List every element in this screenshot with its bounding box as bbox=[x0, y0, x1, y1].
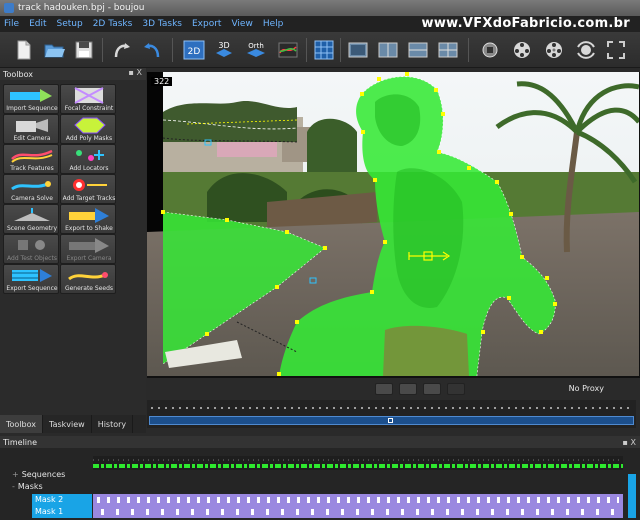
viewport-controls: No Proxy bbox=[147, 380, 640, 398]
tree-toggle[interactable]: - bbox=[12, 482, 15, 491]
timeline-scrollbar[interactable] bbox=[628, 474, 636, 518]
layout-3-icon[interactable] bbox=[406, 38, 430, 62]
export-to-shake-icon bbox=[69, 208, 109, 223]
view-button-4[interactable] bbox=[447, 383, 465, 395]
menu-2d-tasks[interactable]: 2D Tasks bbox=[93, 19, 133, 29]
footage-frame bbox=[147, 72, 639, 376]
title-bar: track hadouken.bpj - boujou bbox=[0, 0, 640, 16]
track-features-button[interactable]: Track Features bbox=[3, 144, 59, 174]
focal-constraint-button[interactable]: Focal Constraint bbox=[60, 84, 116, 114]
focal-constraint-icon bbox=[74, 87, 104, 104]
mask-row-mask-2[interactable]: Mask 2 bbox=[32, 494, 92, 506]
layout-1-icon[interactable] bbox=[346, 38, 370, 62]
menu-3d-tasks[interactable]: 3D Tasks bbox=[142, 19, 182, 29]
add-test-objects-icon bbox=[18, 240, 45, 250]
view-button-1[interactable] bbox=[375, 383, 393, 395]
time-thumb[interactable] bbox=[388, 418, 393, 423]
view-button-3[interactable] bbox=[423, 383, 441, 395]
svg-text:Orth: Orth bbox=[248, 42, 264, 50]
tab-history[interactable]: History bbox=[92, 415, 134, 433]
menu-help[interactable]: Help bbox=[263, 19, 284, 29]
layout-2-icon[interactable] bbox=[376, 38, 400, 62]
menu-export[interactable]: Export bbox=[192, 19, 221, 29]
export-camera-icon bbox=[69, 238, 109, 253]
edit-camera-button[interactable]: Edit Camera bbox=[3, 114, 59, 144]
view-3d-icon[interactable]: 3D bbox=[212, 38, 236, 62]
main-toolbar: 2D 3D Orth bbox=[0, 32, 640, 68]
edit-camera-icon bbox=[16, 119, 48, 132]
app-icon bbox=[4, 3, 14, 13]
track-features-icon bbox=[11, 149, 53, 163]
image-viewport[interactable] bbox=[147, 72, 639, 376]
camera-tool-icon[interactable] bbox=[478, 38, 502, 62]
add-locators-button[interactable]: Add Locators bbox=[60, 144, 116, 174]
add-poly-masks-icon bbox=[74, 117, 106, 134]
grid-view-icon[interactable] bbox=[312, 38, 336, 62]
proxy-label[interactable]: No Proxy bbox=[569, 384, 604, 393]
view-2d-icon[interactable]: 2D bbox=[182, 38, 206, 62]
add-test-objects-button[interactable]: Add Test Objects bbox=[3, 234, 59, 264]
tree-sequences[interactable]: + Sequences bbox=[12, 470, 65, 479]
menu-file[interactable]: File bbox=[4, 19, 19, 29]
scene-geometry-button[interactable]: Scene Geometry bbox=[3, 204, 59, 234]
menu-edit[interactable]: Edit bbox=[29, 19, 46, 29]
scene-geometry-icon bbox=[14, 208, 50, 221]
frame-icon[interactable] bbox=[604, 38, 628, 62]
add-target-tracks-icon bbox=[73, 179, 107, 191]
watermark: www.VFXdoFabricio.com.br bbox=[421, 16, 630, 31]
left-panel-tabs: Toolbox Taskview History bbox=[0, 415, 146, 433]
graph-view-icon[interactable] bbox=[276, 38, 300, 62]
view-button-2[interactable] bbox=[399, 383, 417, 395]
svg-text:3D: 3D bbox=[218, 41, 229, 50]
mask-2-keyframe-track[interactable] bbox=[93, 494, 623, 506]
new-icon[interactable] bbox=[12, 38, 36, 62]
import-sequence-icon bbox=[10, 89, 52, 102]
export-camera-button[interactable]: Export Camera bbox=[60, 234, 116, 264]
save-icon[interactable] bbox=[72, 38, 96, 62]
film-reel-icon[interactable] bbox=[510, 38, 534, 62]
undo-icon[interactable] bbox=[110, 38, 134, 62]
view-orth-icon[interactable]: Orth bbox=[244, 38, 268, 62]
open-icon[interactable] bbox=[42, 38, 66, 62]
export-sequence-button[interactable]: Export Sequence bbox=[3, 264, 59, 294]
add-poly-masks-button[interactable]: Add Poly Masks bbox=[60, 114, 116, 144]
time-slider[interactable] bbox=[147, 400, 636, 428]
tree-masks[interactable]: - Masks bbox=[12, 482, 43, 491]
toolbox-header: Toolbox ▪ X bbox=[0, 68, 146, 80]
export-sequence-icon bbox=[12, 269, 52, 282]
tree-toggle[interactable]: + bbox=[12, 470, 19, 479]
time-ruler bbox=[151, 407, 631, 409]
window-title: track hadouken.bpj - boujou bbox=[18, 3, 145, 13]
camera-solve-icon bbox=[11, 181, 51, 191]
timeline-ruler[interactable] bbox=[93, 456, 623, 470]
tab-toolbox[interactable]: Toolbox bbox=[0, 415, 43, 433]
mask-1-keyframe-track[interactable] bbox=[93, 506, 623, 518]
orbit-icon[interactable] bbox=[574, 38, 598, 62]
timeline-title: Timeline bbox=[3, 437, 38, 447]
svg-text:2D: 2D bbox=[188, 47, 201, 57]
timeline-panel-controls[interactable]: ▪ X bbox=[623, 438, 636, 447]
generate-seeds-button[interactable]: Generate Seeds bbox=[60, 264, 116, 294]
export-to-shake-button[interactable]: Export to Shake bbox=[60, 204, 116, 234]
menu-setup[interactable]: Setup bbox=[57, 19, 83, 29]
redo-icon[interactable] bbox=[140, 38, 164, 62]
camera-solve-button[interactable]: Camera Solve bbox=[3, 174, 59, 204]
add-locators-icon bbox=[76, 150, 104, 161]
toolbox-title: Toolbox bbox=[3, 69, 33, 79]
add-target-tracks-button[interactable]: Add Target Tracks bbox=[60, 174, 116, 204]
frame-number: 322 bbox=[151, 77, 173, 86]
menu-view[interactable]: View bbox=[231, 19, 252, 29]
film-reel-2-icon[interactable] bbox=[542, 38, 566, 62]
layout-4-icon[interactable] bbox=[436, 38, 460, 62]
generate-seeds-icon bbox=[68, 272, 108, 281]
import-sequence-button[interactable]: Import Sequence bbox=[3, 84, 59, 114]
timeline-panel: + Sequences - Masks Mask 2 Mask 1 bbox=[0, 448, 640, 520]
toolbox-panel: Import Sequence Focal Constraint Edit Ca… bbox=[0, 80, 146, 415]
panel-controls[interactable]: ▪ X bbox=[129, 68, 142, 77]
timeline-header: Timeline ▪ X bbox=[0, 436, 640, 448]
tab-taskview[interactable]: Taskview bbox=[43, 415, 92, 433]
mask-row-mask-1[interactable]: Mask 1 bbox=[32, 506, 92, 518]
